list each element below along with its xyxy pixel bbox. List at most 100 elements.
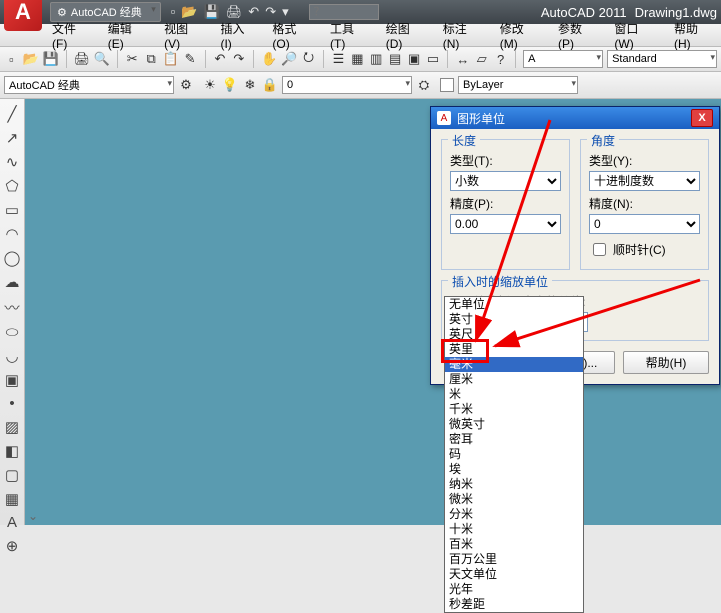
layer-on-icon[interactable]: 💡 <box>222 77 238 93</box>
point-icon[interactable]: • <box>9 395 14 412</box>
undo-icon[interactable]: ↶ <box>248 4 259 20</box>
dist-icon[interactable]: ↔ <box>455 51 470 67</box>
menu-dim[interactable]: 标注(N) <box>435 18 490 53</box>
menu-draw[interactable]: 绘图(D) <box>378 18 433 53</box>
qat-dropdown-icon[interactable]: ▾ <box>282 4 289 20</box>
spline-icon[interactable]: 〰 <box>4 297 19 318</box>
circle-icon[interactable]: ◯ <box>4 249 21 267</box>
pan-icon[interactable]: ✋ <box>261 51 277 67</box>
match-icon[interactable]: ✎ <box>183 51 198 67</box>
open-icon[interactable]: 📂 <box>181 4 197 20</box>
pline-icon[interactable]: ∿ <box>6 153 19 171</box>
dcenter-icon[interactable]: ▦ <box>350 51 365 67</box>
copy-icon[interactable]: ⧉ <box>144 51 159 67</box>
ws-gear-icon[interactable]: ⚙ <box>178 77 194 93</box>
menu-edit[interactable]: 编辑(E) <box>100 18 154 53</box>
ellipse-icon[interactable]: ⬭ <box>6 324 19 341</box>
save-icon[interactable]: 💾 <box>43 51 59 67</box>
revcloud-icon[interactable]: ☁ <box>5 273 20 291</box>
cut-icon[interactable]: ✂ <box>125 51 140 67</box>
angle-type-select[interactable]: 十进制度数 <box>589 171 700 191</box>
dropdown-option[interactable]: 微米 <box>445 492 583 507</box>
dropdown-option[interactable]: 埃 <box>445 462 583 477</box>
menu-window[interactable]: 窗口(W) <box>606 18 664 53</box>
dropdown-option[interactable]: 米 <box>445 387 583 402</box>
textstyle-combo[interactable] <box>607 50 717 68</box>
annoscale-combo[interactable] <box>523 50 603 68</box>
length-type-select[interactable]: 小数 <box>450 171 561 191</box>
ray-icon[interactable]: ↗ <box>6 129 19 147</box>
dropdown-option[interactable]: 英寸 <box>445 312 583 327</box>
arc-icon[interactable]: ◠ <box>5 225 18 243</box>
ssm-icon[interactable]: ▤ <box>388 51 403 67</box>
dropdown-option[interactable]: 百米 <box>445 537 583 552</box>
print-icon[interactable]: 🖨 <box>74 51 90 67</box>
polygon-icon[interactable]: ⬠ <box>5 177 18 195</box>
workspace-combo2[interactable] <box>4 76 174 94</box>
area-icon[interactable]: ▱ <box>474 51 489 67</box>
layer-freeze-icon[interactable]: ❄ <box>242 77 258 93</box>
paste-icon[interactable]: 📋 <box>163 51 179 67</box>
markup-icon[interactable]: ▣ <box>407 51 422 67</box>
dropdown-option[interactable]: 无单位 <box>445 297 583 312</box>
help-icon[interactable]: ? <box>493 51 508 67</box>
app-logo[interactable]: A <box>4 0 42 31</box>
menu-help[interactable]: 帮助(H) <box>666 18 721 53</box>
clockwise-checkbox[interactable] <box>593 243 606 256</box>
saveas-icon[interactable]: 🖨 <box>226 4 243 20</box>
length-prec-select[interactable]: 0.00 <box>450 214 561 234</box>
region-icon[interactable]: ▢ <box>5 466 19 484</box>
dropdown-option[interactable]: 毫米 <box>445 357 583 372</box>
dropdown-option[interactable]: 秒差距 <box>445 597 583 612</box>
table-icon[interactable]: ▦ <box>5 490 19 508</box>
menu-view[interactable]: 视图(V) <box>156 18 210 53</box>
dropdown-option[interactable]: 密耳 <box>445 432 583 447</box>
new-icon[interactable]: ▫ <box>171 4 176 20</box>
undo-icon[interactable]: ↶ <box>212 51 227 67</box>
addsel-icon[interactable]: ⊕ <box>6 537 19 555</box>
scale-unit-dropdown[interactable]: 无单位英寸英尺英里毫米厘米米千米微英寸密耳码埃纳米微米分米十米百米百万公里天文单… <box>444 296 584 613</box>
dropdown-option[interactable]: 十米 <box>445 522 583 537</box>
layerstate-icon[interactable]: ⛭ <box>416 77 432 93</box>
zoom-icon[interactable]: 🔎 <box>281 51 297 67</box>
rect-icon[interactable]: ▭ <box>5 201 19 219</box>
dropdown-option[interactable]: 光年 <box>445 582 583 597</box>
clockwise-checkbox-row[interactable]: 顺时针(C) <box>589 240 700 259</box>
collapse-chevron-icon[interactable]: ⌄ <box>28 509 38 523</box>
new-icon[interactable]: ▫ <box>4 51 19 67</box>
redo-icon[interactable]: ↷ <box>265 4 276 20</box>
color-swatch-white[interactable] <box>440 78 454 92</box>
dropdown-option[interactable]: 微英寸 <box>445 417 583 432</box>
dropdown-option[interactable]: 码 <box>445 447 583 462</box>
orbit-icon[interactable]: ⭮ <box>301 51 316 67</box>
mtext-icon[interactable]: A <box>7 514 17 531</box>
block-icon[interactable]: ▣ <box>5 371 19 389</box>
menu-insert[interactable]: 插入(I) <box>212 18 262 53</box>
menu-param[interactable]: 参数(P) <box>550 18 604 53</box>
menu-file[interactable]: 文件(F) <box>44 18 98 53</box>
menu-tools[interactable]: 工具(T) <box>322 18 376 53</box>
ellipsearc-icon[interactable]: ◡ <box>5 347 18 365</box>
tpalettes-icon[interactable]: ▥ <box>369 51 384 67</box>
gradient-icon[interactable]: ◧ <box>5 442 19 460</box>
dropdown-option[interactable]: 英尺 <box>445 327 583 342</box>
dropdown-option[interactable]: 天文单位 <box>445 567 583 582</box>
dropdown-option[interactable]: 千米 <box>445 402 583 417</box>
props-icon[interactable]: ☰ <box>331 51 346 67</box>
angle-prec-select[interactable]: 0 <box>589 214 700 234</box>
dropdown-option[interactable]: 英里 <box>445 342 583 357</box>
dropdown-option[interactable]: 纳米 <box>445 477 583 492</box>
preview-icon[interactable]: 🔍 <box>94 51 110 67</box>
open-icon[interactable]: 📂 <box>23 51 39 67</box>
dropdown-option[interactable]: 厘米 <box>445 372 583 387</box>
workspace-combo[interactable]: ⚙ AutoCAD 经典 <box>50 2 161 22</box>
redo-icon[interactable]: ↷ <box>231 51 246 67</box>
layer-lock-icon[interactable]: 🔒 <box>262 77 278 93</box>
layer-combo[interactable] <box>282 76 412 94</box>
hatch-icon[interactable]: ▨ <box>5 418 19 436</box>
calc-icon[interactable]: ▭ <box>426 51 441 67</box>
close-button[interactable]: X <box>691 109 713 127</box>
line-icon[interactable]: ╱ <box>7 105 16 123</box>
dropdown-option[interactable]: 百万公里 <box>445 552 583 567</box>
color-combo[interactable] <box>458 76 578 94</box>
